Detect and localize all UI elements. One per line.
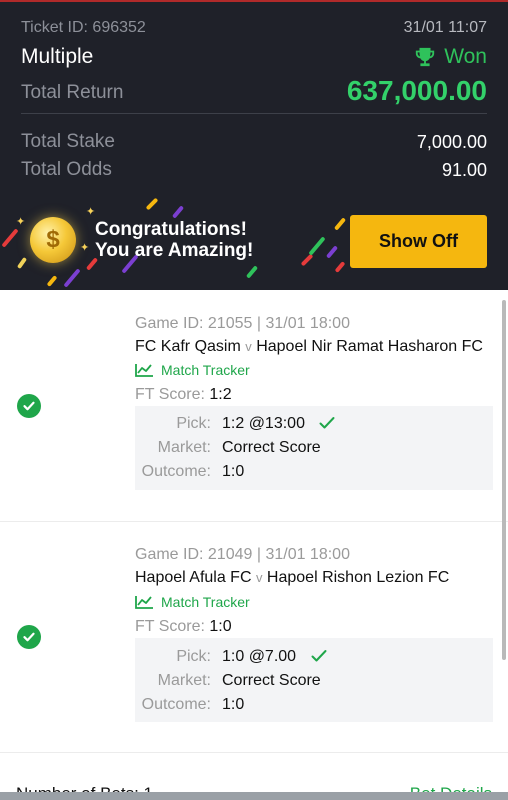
confetti (308, 236, 326, 256)
congrats-line-2: You are Amazing! (95, 240, 254, 261)
game-id: Game ID: 21049 | 31/01 18:00 (135, 546, 350, 563)
congrats-text: Congratulations! You are Amazing! (95, 219, 253, 261)
match-tracker-label: Match Tracker (161, 594, 250, 610)
total-odds-value: 91.00 (441, 160, 487, 180)
ticket-datetime: 31/01 11:07 (403, 19, 487, 36)
confetti (334, 261, 346, 273)
star-icon: ✦ (86, 206, 96, 218)
pick-value-wrap: 1:2 @13:00 (222, 415, 335, 433)
pick-details: Pick: 1:0 @7.00 Market: Correct Score Ou… (135, 638, 493, 722)
scrollbar[interactable] (502, 300, 506, 660)
pick-value-wrap: 1:0 @7.00 (222, 648, 327, 666)
total-return-label: Total Return (21, 82, 124, 103)
pick-value: 1:2 @13:00 (222, 415, 305, 432)
bet-type: Multiple (21, 45, 94, 68)
match-tracker-label: Match Tracker (161, 362, 250, 378)
won-check-icon (17, 394, 41, 418)
show-off-button[interactable]: Show Off (350, 215, 487, 268)
outcome-row: Outcome: 1:0 (135, 463, 493, 483)
ft-score: FT Score: 1:0 (135, 618, 232, 636)
pick-row: Pick: 1:2 @13:00 (135, 415, 493, 435)
pick-label: Pick: (176, 648, 211, 665)
total-stake-value: 7,000.00 (416, 132, 487, 152)
home-team: FC Kafr Qasim (135, 338, 241, 355)
bottom-bar (0, 792, 508, 800)
confetti (245, 265, 259, 279)
status-text: Won (444, 45, 487, 68)
outcome-value: 1:0 (222, 696, 245, 713)
confetti (1, 228, 19, 248)
total-return-value: 637,000.00 (346, 75, 487, 106)
star-icon: ✦ (80, 242, 90, 254)
bet-card: Game ID: 21049 | 31/01 18:00 Hapoel Aful… (0, 522, 508, 754)
congrats-banner: ✦ ✦ ✦ $ Congratulations! You are Amazing… (0, 195, 508, 290)
confetti (333, 217, 347, 231)
market-row: Market: Correct Score (135, 439, 493, 459)
confetti (145, 197, 159, 211)
match-teams: FC Kafr Qasim v Hapoel Nir Ramat Hasharo… (135, 338, 483, 356)
confetti (171, 205, 185, 219)
match-tracker-link[interactable]: Match Tracker (135, 594, 250, 610)
confetti (300, 253, 314, 267)
chart-line-icon (135, 364, 153, 377)
ft-score-value: 1:2 (209, 386, 232, 403)
pick-label: Pick: (176, 415, 211, 432)
away-team: Hapoel Rishon Lezion FC (266, 569, 450, 586)
market-label: Market: (157, 672, 211, 689)
ft-score-label: FT Score: (135, 618, 205, 635)
ticket-footer: Number of Bets: 1 Bet Details (0, 752, 508, 800)
ft-score-value: 1:0 (209, 618, 232, 635)
pick-details: Pick: 1:2 @13:00 Market: Correct Score O… (135, 406, 493, 490)
outcome-value: 1:0 (222, 463, 245, 480)
pick-value: 1:0 @7.00 (222, 648, 297, 665)
ft-score-label: FT Score: (135, 386, 205, 403)
home-team: Hapoel Afula FC (135, 569, 252, 586)
trophy-icon (416, 47, 435, 67)
total-stake-label: Total Stake (21, 131, 115, 152)
checkmark-icon (311, 650, 327, 662)
market-value: Correct Score (222, 672, 321, 689)
outcome-label: Outcome: (141, 696, 211, 713)
star-icon: ✦ (16, 216, 26, 228)
top-accent-line (0, 0, 508, 2)
outcome-label: Outcome: (141, 463, 211, 480)
chart-line-icon (135, 596, 153, 609)
coin-icon: $ (30, 217, 76, 263)
confetti (16, 256, 28, 270)
ticket-header: Ticket ID: 696352 31/01 11:07 Multiple W… (0, 0, 508, 290)
checkmark-icon (319, 417, 335, 429)
market-row: Market: Correct Score (135, 672, 493, 692)
total-odds-label: Total Odds (21, 159, 112, 180)
ft-score: FT Score: 1:2 (135, 386, 232, 404)
outcome-row: Outcome: 1:0 (135, 696, 493, 716)
versus-label: v (255, 570, 263, 585)
confetti (63, 268, 81, 288)
congrats-line-1: Congratulations! (95, 219, 247, 240)
won-check-icon (17, 625, 41, 649)
away-team: Hapoel Nir Ramat Hasharon FC (256, 338, 483, 355)
match-tracker-link[interactable]: Match Tracker (135, 362, 250, 378)
ticket-id: Ticket ID: 696352 (21, 19, 146, 36)
bet-card: Game ID: 21055 | 31/01 18:00 FC Kafr Qas… (0, 290, 508, 522)
header-divider (21, 113, 487, 114)
versus-label: v (245, 339, 252, 354)
market-value: Correct Score (222, 439, 321, 456)
confetti (325, 245, 339, 259)
game-id: Game ID: 21055 | 31/01 18:00 (135, 315, 350, 332)
match-teams: Hapoel Afula FC v Hapoel Rishon Lezion F… (135, 569, 449, 587)
status-badge: Won (414, 45, 487, 69)
confetti (46, 275, 58, 287)
pick-row: Pick: 1:0 @7.00 (135, 648, 493, 668)
market-label: Market: (157, 439, 211, 456)
